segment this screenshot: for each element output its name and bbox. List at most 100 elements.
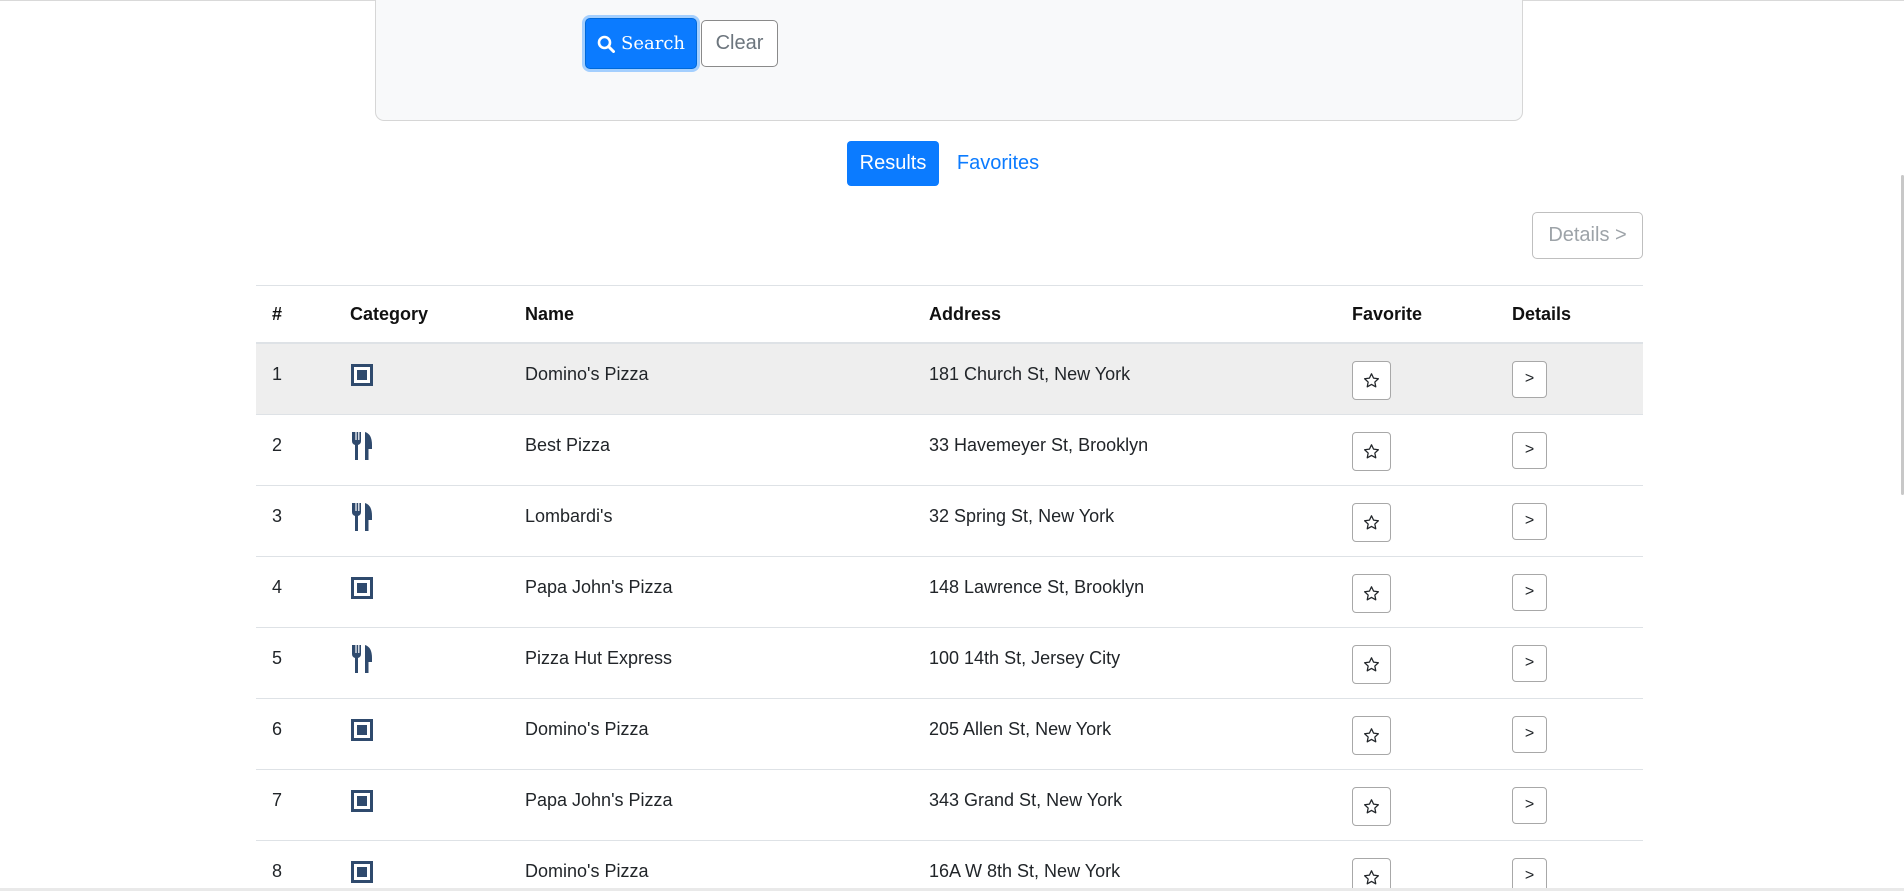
table-row[interactable]: 5 Pizza Hut Express 100 14th St, Jersey Ci…	[256, 627, 1643, 699]
favorite-button[interactable]	[1352, 787, 1391, 826]
table-row[interactable]: 8 Domino's Pizza 16A W 8th St, New York >	[256, 840, 1643, 891]
address-cell: 32 Spring St, New York	[913, 485, 1336, 557]
row-details-button[interactable]: >	[1512, 858, 1547, 891]
table-row[interactable]: 6 Domino's Pizza 205 Allen St, New York >	[256, 698, 1643, 770]
square-icon	[351, 790, 373, 812]
details-cell: >	[1496, 627, 1643, 699]
search-button[interactable]: Search	[585, 18, 697, 69]
tab-results[interactable]: Results	[847, 141, 939, 186]
scrollbar[interactable]	[1898, 0, 1904, 891]
search-icon	[597, 35, 615, 53]
favorite-button[interactable]	[1352, 361, 1391, 400]
address-cell: 343 Grand St, New York	[913, 769, 1336, 841]
header-category: Category	[334, 285, 509, 344]
category-cell	[334, 840, 509, 891]
favorite-cell	[1336, 840, 1496, 891]
header-details: Details	[1496, 285, 1643, 344]
table-row[interactable]: 2 Best Pizza 33 Havemeyer St, Brooklyn >	[256, 414, 1643, 486]
row-details-button[interactable]: >	[1512, 716, 1547, 753]
place-name: Papa John's Pizza	[525, 577, 673, 597]
place-name: Lombardi's	[525, 506, 613, 526]
row-number-cell: 3	[256, 485, 334, 557]
row-number: 8	[272, 861, 283, 881]
row-details-button[interactable]: >	[1512, 645, 1547, 682]
search-button-label: Search	[621, 33, 685, 54]
table-header-row: # Category Name Address Favorite Details	[256, 285, 1643, 344]
name-cell: Domino's Pizza	[509, 698, 913, 770]
fork-knife-icon	[352, 645, 372, 673]
tab-favorites[interactable]: Favorites	[950, 141, 1046, 186]
name-cell: Domino's Pizza	[509, 343, 913, 415]
row-number: 2	[272, 435, 283, 455]
table-row[interactable]: 3 Lombardi's 32 Spring St, New York >	[256, 485, 1643, 557]
category-cell	[334, 485, 509, 557]
row-details-button[interactable]: >	[1512, 787, 1547, 824]
favorite-button[interactable]	[1352, 432, 1391, 471]
table-row[interactable]: 1 Domino's Pizza 181 Church St, New York >	[256, 343, 1643, 415]
star-icon	[1363, 657, 1380, 672]
star-icon	[1363, 444, 1380, 459]
place-name: Best Pizza	[525, 435, 611, 455]
row-details-button[interactable]: >	[1512, 574, 1547, 611]
star-icon	[1363, 586, 1380, 601]
details-cell: >	[1496, 556, 1643, 628]
place-address: 343 Grand St, New York	[929, 790, 1123, 810]
row-number-cell: 7	[256, 769, 334, 841]
address-cell: 100 14th St, Jersey City	[913, 627, 1336, 699]
place-name: Domino's Pizza	[525, 861, 649, 881]
row-number-cell: 5	[256, 627, 334, 699]
table-row[interactable]: 4 Papa John's Pizza 148 Lawrence St, Brook…	[256, 556, 1643, 628]
place-name: Domino's Pizza	[525, 364, 649, 384]
place-name: Papa John's Pizza	[525, 790, 673, 810]
category-cell	[334, 414, 509, 486]
square-icon	[351, 364, 373, 386]
address-cell: 181 Church St, New York	[913, 343, 1336, 415]
row-number: 7	[272, 790, 283, 810]
row-details-button[interactable]: >	[1512, 432, 1547, 469]
row-number: 1	[272, 364, 283, 384]
name-cell: Papa John's Pizza	[509, 769, 913, 841]
favorite-button[interactable]	[1352, 858, 1391, 891]
row-details-button[interactable]: >	[1512, 503, 1547, 540]
row-number: 4	[272, 577, 283, 597]
details-cell: >	[1496, 840, 1643, 891]
category-cell	[334, 769, 509, 841]
address-cell: 148 Lawrence St, Brooklyn	[913, 556, 1336, 628]
favorite-cell	[1336, 485, 1496, 557]
page: Search Clear Results Favorites Details >…	[0, 0, 1904, 891]
details-cell: >	[1496, 414, 1643, 486]
details-button[interactable]: Details >	[1532, 212, 1643, 259]
address-cell: 16A W 8th St, New York	[913, 840, 1336, 891]
category-cell	[334, 698, 509, 770]
details-cell: >	[1496, 769, 1643, 841]
favorite-button[interactable]	[1352, 645, 1391, 684]
place-name: Domino's Pizza	[525, 719, 649, 739]
favorite-cell	[1336, 698, 1496, 770]
star-icon	[1363, 515, 1380, 530]
favorite-button[interactable]	[1352, 503, 1391, 542]
row-number-cell: 1	[256, 343, 334, 415]
place-address: 181 Church St, New York	[929, 364, 1131, 384]
star-icon	[1363, 728, 1380, 743]
category-cell	[334, 556, 509, 628]
row-details-button[interactable]: >	[1512, 361, 1547, 398]
place-address: 100 14th St, Jersey City	[929, 648, 1121, 668]
table-row[interactable]: 7 Papa John's Pizza 343 Grand St, New York…	[256, 769, 1643, 841]
square-icon	[351, 719, 373, 741]
star-icon	[1363, 870, 1380, 885]
details-cell: >	[1496, 698, 1643, 770]
category-cell	[334, 627, 509, 699]
clear-button[interactable]: Clear	[701, 20, 778, 67]
place-address: 16A W 8th St, New York	[929, 861, 1121, 881]
fork-knife-icon	[352, 503, 372, 531]
fork-knife-icon	[352, 432, 372, 460]
star-icon	[1363, 799, 1380, 814]
header-num: #	[256, 285, 334, 344]
favorite-button[interactable]	[1352, 574, 1391, 613]
row-number: 3	[272, 506, 283, 526]
favorite-button[interactable]	[1352, 716, 1391, 755]
results-table: # Category Name Address Favorite Details…	[256, 285, 1643, 891]
header-name: Name	[509, 285, 913, 344]
row-number-cell: 4	[256, 556, 334, 628]
details-cell: >	[1496, 485, 1643, 557]
